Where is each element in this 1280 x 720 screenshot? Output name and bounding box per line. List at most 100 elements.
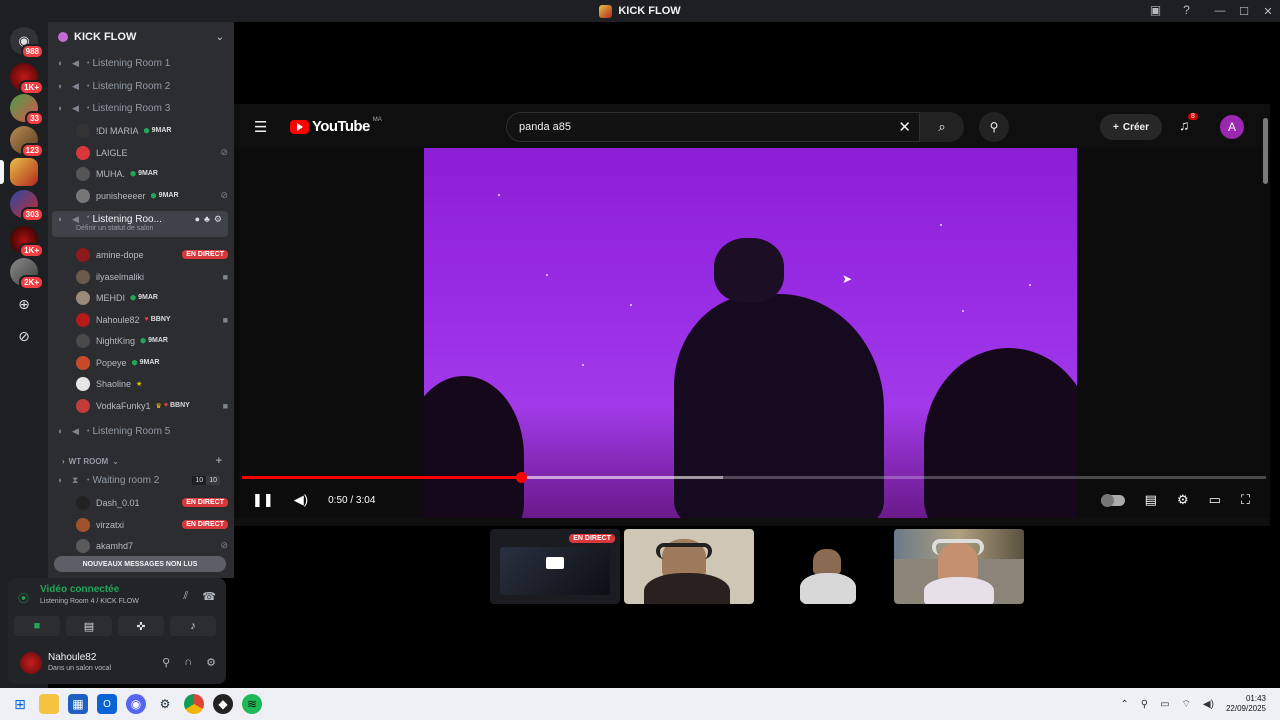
voice-user[interactable]: Shaoline ★ bbox=[76, 374, 228, 393]
maximize-button[interactable]: ☐ bbox=[1232, 5, 1256, 18]
gear-icon[interactable]: ⚙ bbox=[206, 656, 216, 669]
account-avatar[interactable]: A bbox=[1220, 115, 1244, 139]
store-icon[interactable]: ▦ bbox=[68, 694, 88, 714]
microphone-icon[interactable]: ⚲ bbox=[1141, 699, 1148, 710]
dm-badge: 988 bbox=[20, 44, 44, 59]
voice-user[interactable]: NightKing ⬢ 9MAR bbox=[76, 331, 228, 350]
spotify-icon[interactable]: ≋ bbox=[242, 694, 262, 714]
chat-icon[interactable]: ● bbox=[195, 214, 200, 225]
voice-user[interactable]: Popeye ⬢ 9MAR bbox=[76, 353, 228, 372]
wifi-icon[interactable]: ⌔ bbox=[1182, 698, 1191, 711]
activity-button[interactable]: ✜ bbox=[118, 616, 164, 636]
theater-mode-icon[interactable]: ▭ bbox=[1209, 492, 1221, 508]
category-header[interactable]: › WT ROOM ⌄ + bbox=[62, 454, 222, 468]
discover-icon[interactable]: ⊘ bbox=[13, 325, 35, 347]
discord-icon[interactable]: ◉ bbox=[126, 694, 146, 714]
system-clock[interactable]: 01:43 22/09/2025 bbox=[1226, 694, 1266, 714]
subtitles-icon[interactable]: ▤ bbox=[1145, 492, 1157, 508]
voice-user[interactable]: amine-dope EN DIRECT bbox=[76, 245, 228, 264]
voice-channel[interactable]: ◐ ◀ • Listening Room 5 bbox=[52, 421, 228, 441]
server-icon[interactable]: 303 bbox=[10, 190, 44, 222]
video-frame[interactable] bbox=[424, 148, 1077, 518]
stream-tile[interactable]: EN DIRECT bbox=[490, 529, 620, 604]
search-input[interactable]: panda a85 ✕ bbox=[506, 112, 920, 142]
server-icon[interactable]: 1K+ bbox=[10, 226, 44, 258]
camera-icon: ■ bbox=[222, 271, 228, 282]
menu-icon[interactable]: ☰ bbox=[254, 118, 267, 136]
voice-user[interactable]: virzatxi EN DIRECT bbox=[76, 515, 228, 534]
fullscreen-icon[interactable]: ⛶ bbox=[1241, 492, 1250, 508]
inbox-icon[interactable]: ▣ bbox=[1148, 3, 1163, 18]
gear-icon[interactable]: ⚙ bbox=[1177, 492, 1189, 508]
webcam-tile[interactable] bbox=[758, 529, 888, 604]
minimize-button[interactable]: — bbox=[1208, 5, 1232, 17]
voice-user[interactable]: MUHA. ⬢ 9MAR bbox=[76, 164, 228, 183]
scrollbar[interactable] bbox=[1260, 104, 1270, 526]
server-icon[interactable]: 123 bbox=[10, 126, 44, 158]
voice-search-button[interactable]: ⚲ bbox=[979, 112, 1009, 142]
close-button[interactable]: ✕ bbox=[1256, 5, 1280, 18]
voice-channel[interactable]: ◐ ◀ • Listening Room 3 bbox=[52, 98, 228, 118]
chevron-up-icon[interactable]: ⌃ bbox=[1120, 699, 1128, 710]
search-button[interactable]: ⌕ bbox=[920, 112, 964, 142]
screen-share-button[interactable]: ▤ bbox=[66, 616, 112, 636]
scrubber-handle[interactable] bbox=[515, 472, 527, 483]
webcam-tile[interactable] bbox=[624, 529, 754, 604]
voice-channel[interactable]: ◐ ⧗ • Waiting room 2 10 10 bbox=[52, 470, 228, 490]
video-player[interactable]: ❚❚ ◀) 0:50 / 3:04 ▤ ⚙ ▭ ⛶ bbox=[234, 148, 1270, 518]
server-icon[interactable]: 1K+ bbox=[10, 63, 44, 95]
add-channel-icon[interactable]: + bbox=[216, 455, 222, 467]
create-button[interactable]: + Créer bbox=[1100, 114, 1162, 140]
voice-user[interactable]: ilyaselmaliki ■ bbox=[76, 267, 228, 286]
voice-status-title[interactable]: Vidéo connectée bbox=[40, 584, 119, 595]
avatar[interactable] bbox=[20, 652, 42, 674]
youtube-logo[interactable]: YouTube MA bbox=[290, 117, 382, 135]
microphone-icon[interactable]: ⚲ bbox=[162, 656, 170, 669]
voice-user[interactable]: LAIGLE ⊘ bbox=[76, 143, 228, 162]
webcam-tile[interactable] bbox=[894, 529, 1024, 604]
voice-channel[interactable]: ◐ ◀ • Listening Room 1 bbox=[52, 53, 228, 73]
noise-suppression-icon[interactable]: ⫽ bbox=[183, 590, 188, 603]
app-icon[interactable]: ◆ bbox=[213, 694, 233, 714]
voice-user[interactable]: akamhd7 ⊘ bbox=[76, 536, 228, 555]
windows-start-icon[interactable]: ⊞ bbox=[10, 694, 30, 714]
kick-flow-server-icon[interactable] bbox=[10, 158, 38, 186]
live-badge: EN DIRECT bbox=[182, 250, 228, 259]
voice-status-subtitle[interactable]: Listening Room 4 / KICK FLOW bbox=[40, 598, 139, 605]
gear-icon[interactable]: ⚙ bbox=[214, 214, 222, 225]
voice-user[interactable]: !DI MARIA ⬢ 9MAR bbox=[76, 121, 228, 140]
soundboard-button[interactable]: ♪ bbox=[170, 616, 216, 636]
pause-icon[interactable]: ❚❚ bbox=[252, 492, 274, 508]
file-explorer-icon[interactable] bbox=[39, 694, 59, 714]
unread-messages-button[interactable]: NOUVEAUX MESSAGES NON LUS bbox=[54, 556, 226, 572]
voice-user[interactable]: VodkaFunky1 ♛ ♥ BBNY ■ bbox=[76, 396, 228, 415]
steam-icon[interactable]: ⚙ bbox=[155, 694, 175, 714]
voice-channel-active[interactable]: ◐ ◀ • Listening Roo... Définir un statut d… bbox=[52, 211, 228, 237]
invite-icon[interactable]: ♣ bbox=[204, 214, 210, 225]
voice-user[interactable]: punisheeeer ⬢ 9MAR ⊘ bbox=[76, 186, 228, 205]
headphones-icon[interactable]: ∩ bbox=[184, 656, 192, 669]
notifications-icon[interactable]: ♫ 8 bbox=[1179, 113, 1198, 133]
voice-user[interactable]: MEHDI ⬢ 9MAR bbox=[76, 288, 228, 307]
voice-user[interactable]: Nahoule82 ♥ BBNY ■ bbox=[76, 310, 228, 329]
server-icon[interactable]: 33 bbox=[10, 94, 44, 126]
add-server-icon[interactable]: ⊕ bbox=[13, 293, 35, 315]
autoplay-toggle[interactable] bbox=[1100, 493, 1125, 507]
server-folder-icon[interactable]: 2K+ bbox=[10, 258, 44, 290]
direct-messages-icon[interactable]: ◉ 988 bbox=[10, 27, 44, 59]
voice-user[interactable]: Dash_0.01 EN DIRECT bbox=[76, 493, 228, 512]
voice-channel[interactable]: ◐ ◀ • Listening Room 2 bbox=[52, 76, 228, 96]
outlook-icon[interactable]: O bbox=[97, 694, 117, 714]
disconnect-icon[interactable]: ☎ bbox=[202, 590, 216, 603]
channel-status-hint[interactable]: Définir un statut de salon bbox=[76, 225, 153, 232]
chrome-icon[interactable] bbox=[184, 694, 204, 714]
volume-icon[interactable]: ◀) bbox=[1203, 699, 1214, 710]
camera-button[interactable]: ■ bbox=[14, 616, 60, 636]
help-icon[interactable]: ? bbox=[1179, 3, 1194, 18]
display-icon[interactable]: ▭ bbox=[1160, 699, 1169, 710]
clear-icon[interactable]: ✕ bbox=[898, 118, 911, 136]
volume-icon[interactable]: ◀) bbox=[294, 492, 308, 508]
user-name[interactable]: Nahoule82 bbox=[48, 652, 96, 663]
guild-header[interactable]: KICK FLOW ⌄ bbox=[48, 22, 234, 52]
progress-bar[interactable] bbox=[242, 472, 1266, 483]
